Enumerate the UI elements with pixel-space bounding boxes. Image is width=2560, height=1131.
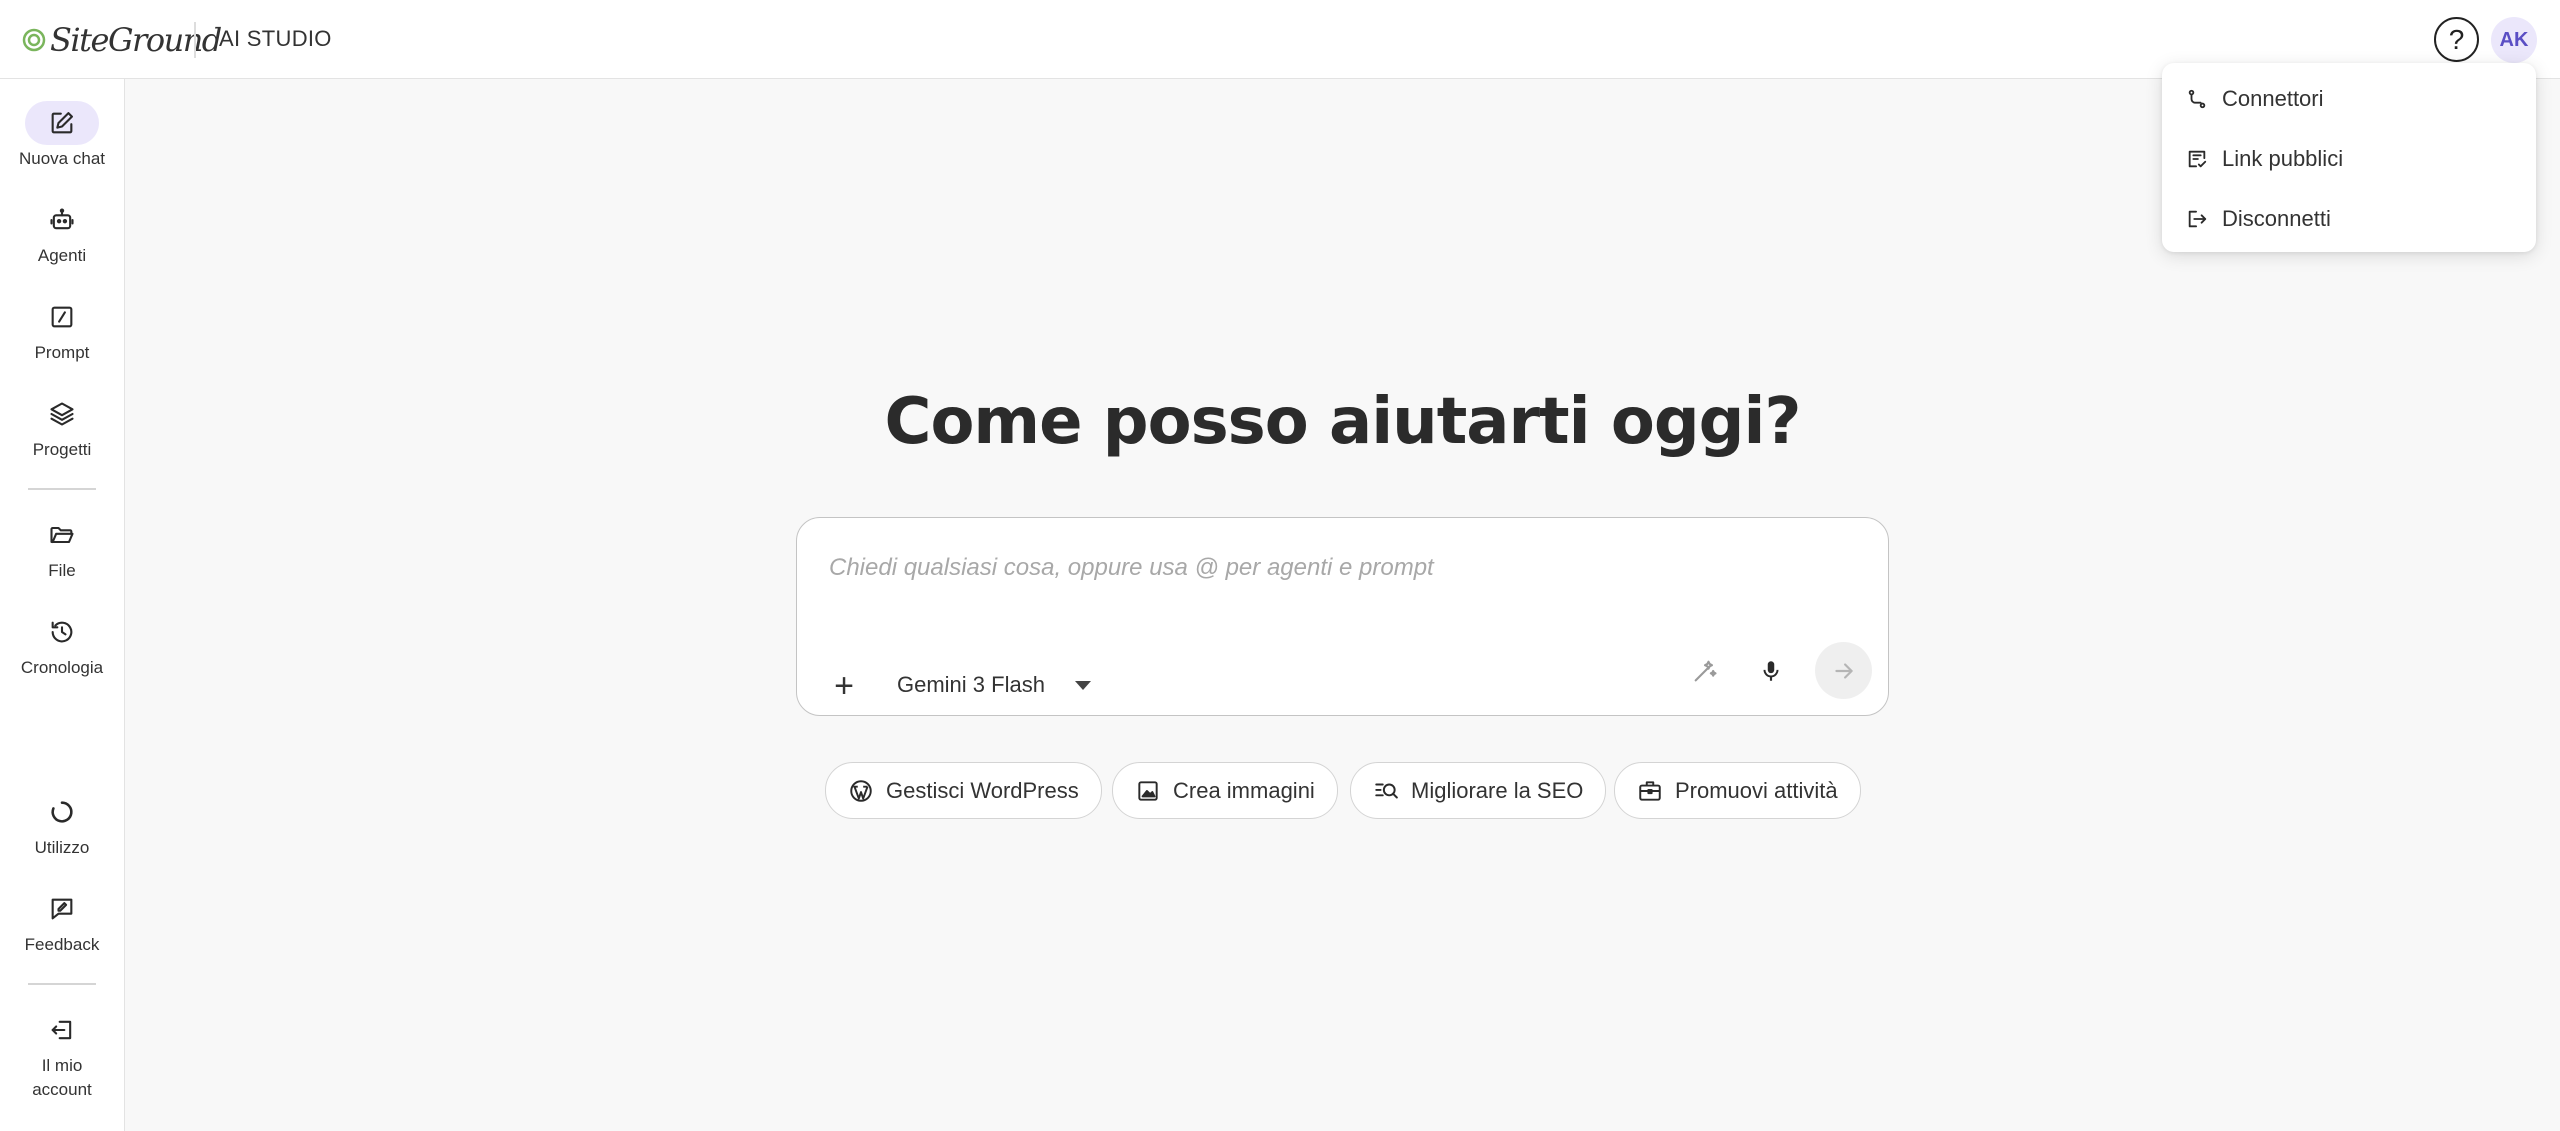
prompt-icon	[25, 295, 99, 339]
chip-crea-immagini[interactable]: Crea immagini	[1112, 762, 1338, 819]
chip-promuovi-attivita[interactable]: Promuovi attività	[1614, 762, 1861, 819]
model-selector[interactable]: Gemini 3 Flash	[897, 672, 1091, 698]
user-avatar-button[interactable]: AK	[2491, 17, 2537, 63]
usage-icon	[25, 790, 99, 834]
sidebar-item-label: File	[48, 561, 76, 580]
sidebar-item-feedback[interactable]: Feedback	[0, 887, 124, 957]
robot-icon	[25, 198, 99, 242]
public-link-icon	[2188, 150, 2207, 168]
enhance-prompt-button[interactable]	[1689, 655, 1721, 687]
chip-label: Migliorare la SEO	[1411, 777, 1584, 803]
chat-input[interactable]	[829, 548, 1829, 588]
menu-item-label: Connettori	[2222, 86, 2324, 111]
chip-label: Promuovi attività	[1675, 777, 1838, 803]
siteground-logo-icon	[22, 28, 46, 52]
account-dropdown-menu: Connettori Link pubblici Disconnetti	[2162, 63, 2536, 252]
logout-icon	[2188, 210, 2207, 228]
sidebar: Nuova chat Agenti Prompt Progetti File C…	[0, 79, 125, 1131]
arrow-right-icon	[1834, 662, 1853, 679]
page-title: Come posso aiutarti oggi?	[884, 385, 1801, 459]
account-icon	[25, 1008, 99, 1052]
folder-icon	[25, 513, 99, 557]
help-button[interactable]: ?	[2434, 17, 2479, 62]
magic-wand-icon	[1694, 660, 1717, 682]
layers-icon	[25, 392, 99, 436]
history-icon	[25, 610, 99, 654]
plus-icon: +	[834, 667, 854, 705]
menu-item-label: Disconnetti	[2222, 206, 2331, 231]
sidebar-item-label: Cronologia	[20, 658, 104, 677]
sidebar-item-prompt[interactable]: Prompt	[0, 295, 124, 365]
sidebar-item-label: Il mio account	[32, 1056, 92, 1099]
sidebar-item-label: Progetti	[32, 440, 92, 459]
chip-label: Gestisci WordPress	[886, 777, 1079, 803]
chip-label: Crea immagini	[1173, 777, 1315, 803]
image-icon	[1138, 780, 1158, 801]
chip-gestisci-wordpress[interactable]: Gestisci WordPress	[825, 762, 1102, 819]
app-title: AI STUDIO	[219, 26, 332, 51]
sidebar-divider	[28, 983, 96, 985]
sidebar-item-label: Nuova chat	[19, 149, 105, 168]
send-button[interactable]	[1815, 642, 1872, 699]
menu-item-label: Link pubblici	[2222, 146, 2344, 171]
connector-icon	[2188, 89, 2206, 109]
model-name: Gemini 3 Flash	[897, 672, 1045, 697]
chip-migliorare-la-seo[interactable]: Migliorare la SEO	[1350, 762, 1607, 819]
microphone-icon	[1763, 661, 1779, 681]
sidebar-item-label: Utilizzo	[34, 838, 90, 857]
sidebar-item-utilizzo[interactable]: Utilizzo	[0, 790, 124, 860]
sidebar-item-cronologia[interactable]: Cronologia	[0, 610, 124, 680]
sidebar-item-nuova-chat[interactable]: Nuova chat	[0, 101, 124, 171]
chat-composer: + Gemini 3 Flash	[796, 517, 1889, 716]
wordpress-icon	[850, 779, 872, 802]
sidebar-item-agenti[interactable]: Agenti	[0, 198, 124, 268]
edit-icon	[25, 101, 99, 145]
sidebar-item-file[interactable]: File	[0, 513, 124, 583]
briefcase-icon	[1639, 780, 1661, 801]
sidebar-divider	[28, 488, 96, 490]
menu-item-connettori[interactable]: Connettori	[2162, 71, 2536, 127]
seo-search-icon	[1375, 783, 1398, 798]
menu-item-link-pubblici[interactable]: Link pubblici	[2162, 131, 2536, 187]
menu-item-disconnetti[interactable]: Disconnetti	[2162, 191, 2536, 247]
add-attachment-button[interactable]: +	[829, 667, 859, 705]
chevron-down-icon	[1074, 680, 1091, 690]
feedback-icon	[25, 887, 99, 931]
siteground-logo[interactable]: SiteGround	[22, 20, 222, 60]
sidebar-item-il-mio-account[interactable]: Il mio account	[0, 1008, 124, 1102]
header-divider	[194, 22, 196, 58]
help-icon: ?	[2448, 23, 2465, 55]
sidebar-item-progetti[interactable]: Progetti	[0, 392, 124, 462]
sidebar-item-label: Feedback	[24, 935, 100, 954]
sidebar-item-label: Prompt	[34, 343, 90, 362]
voice-input-button[interactable]	[1755, 655, 1787, 687]
sidebar-item-label: Agenti	[37, 246, 87, 265]
